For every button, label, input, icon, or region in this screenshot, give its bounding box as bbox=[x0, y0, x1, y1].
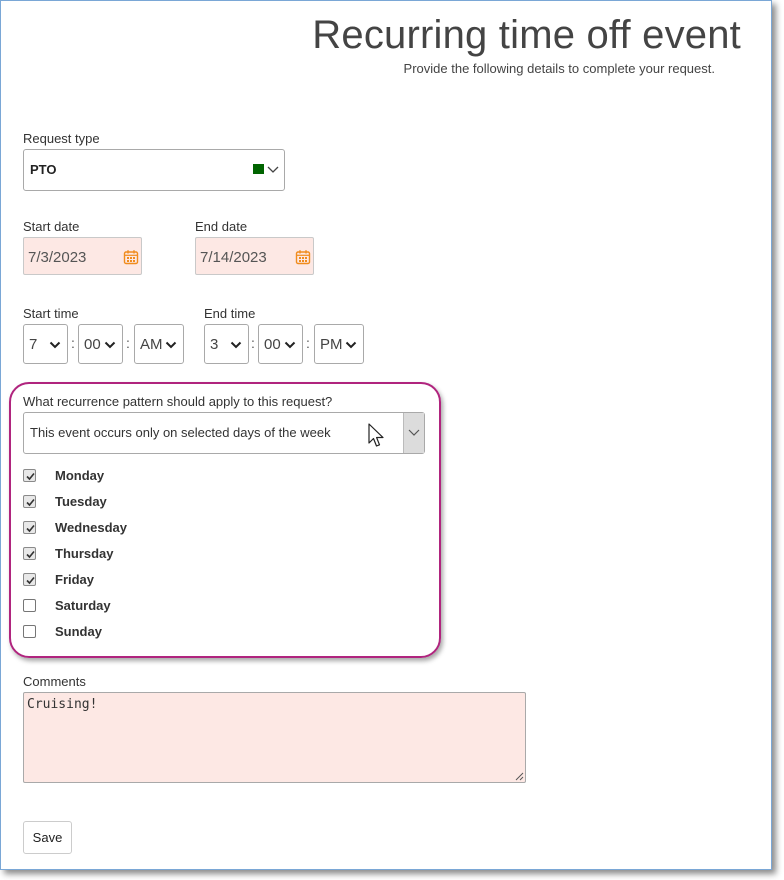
start-minute-select[interactable]: 00 bbox=[78, 324, 123, 364]
recurrence-label: What recurrence pattern should apply to … bbox=[23, 394, 333, 409]
end-minute-value: 00 bbox=[264, 336, 281, 353]
chevron-down-icon bbox=[408, 429, 420, 436]
time-separator: : bbox=[126, 335, 130, 351]
chevron-down-icon bbox=[267, 166, 279, 173]
start-hour-select[interactable]: 7 bbox=[23, 324, 68, 364]
chevron-down-icon bbox=[49, 341, 61, 349]
start-hour-value: 7 bbox=[29, 336, 38, 353]
checkmark-icon bbox=[26, 576, 35, 585]
chevron-down-icon bbox=[230, 341, 242, 349]
chevron-down-icon bbox=[284, 341, 296, 349]
request-type-select[interactable]: PTO bbox=[23, 149, 285, 191]
end-ampm-value: PM bbox=[320, 336, 343, 353]
day-checkbox[interactable] bbox=[23, 469, 36, 482]
end-hour-select[interactable]: 3 bbox=[204, 324, 249, 364]
recurrence-pattern-select[interactable]: This event occurs only on selected days … bbox=[23, 412, 425, 454]
day-checkbox[interactable] bbox=[23, 599, 36, 612]
mouse-cursor-icon bbox=[368, 423, 384, 447]
start-minute-value: 00 bbox=[84, 336, 101, 353]
page-subtitle: Provide the following details to complet… bbox=[403, 61, 715, 76]
end-date-input[interactable]: 7/14/2023 bbox=[195, 237, 314, 275]
time-separator: : bbox=[306, 335, 310, 351]
calendar-icon[interactable] bbox=[295, 249, 311, 265]
save-button[interactable]: Save bbox=[23, 821, 72, 854]
request-type-label: Request type bbox=[23, 131, 100, 146]
day-label: Wednesday bbox=[55, 520, 128, 535]
start-date-label: Start date bbox=[23, 219, 80, 234]
checkmark-icon bbox=[26, 524, 35, 533]
chevron-down-icon bbox=[104, 341, 116, 349]
checkmark-icon bbox=[26, 498, 35, 507]
end-minute-select[interactable]: 00 bbox=[258, 324, 303, 364]
end-date-label: End date bbox=[195, 219, 248, 234]
day-checkbox[interactable] bbox=[23, 573, 36, 586]
day-label: Tuesday bbox=[55, 494, 107, 509]
start-ampm-select[interactable]: AM bbox=[134, 324, 184, 364]
chevron-down-icon bbox=[165, 341, 177, 349]
day-checkbox[interactable] bbox=[23, 625, 36, 638]
end-time-label: End time bbox=[204, 306, 256, 321]
request-type-value: PTO bbox=[30, 162, 57, 177]
chevron-down-icon bbox=[345, 341, 357, 349]
day-checkbox[interactable] bbox=[23, 521, 36, 534]
day-label: Thursday bbox=[55, 546, 114, 561]
page-title: Recurring time off event bbox=[312, 13, 741, 57]
day-checkbox[interactable] bbox=[23, 495, 36, 508]
request-type-color-swatch bbox=[253, 164, 264, 174]
day-label: Sunday bbox=[55, 624, 102, 639]
dialog-frame: Recurring time off event Provide the fol… bbox=[0, 0, 772, 870]
checkmark-icon bbox=[26, 550, 35, 559]
day-label: Saturday bbox=[55, 598, 111, 613]
recurrence-pattern-value: This event occurs only on selected days … bbox=[30, 425, 331, 440]
start-time-label: Start time bbox=[23, 306, 79, 321]
end-hour-value: 3 bbox=[210, 336, 219, 353]
calendar-icon[interactable] bbox=[123, 249, 139, 265]
resize-handle-icon[interactable] bbox=[514, 771, 524, 781]
start-date-value: 7/3/2023 bbox=[28, 249, 87, 266]
end-date-value: 7/14/2023 bbox=[200, 249, 267, 266]
checkmark-icon bbox=[26, 472, 35, 481]
time-separator: : bbox=[71, 335, 75, 351]
day-checkbox[interactable] bbox=[23, 547, 36, 560]
comments-textarea[interactable]: Cruising! bbox=[23, 692, 526, 783]
end-ampm-select[interactable]: PM bbox=[314, 324, 364, 364]
day-label: Friday bbox=[55, 572, 95, 587]
comments-label: Comments bbox=[23, 674, 86, 689]
day-label: Monday bbox=[55, 468, 105, 483]
start-ampm-value: AM bbox=[140, 336, 163, 353]
comments-value: Cruising! bbox=[27, 697, 98, 712]
start-date-input[interactable]: 7/3/2023 bbox=[23, 237, 142, 275]
time-separator: : bbox=[251, 335, 255, 351]
recurrence-dropdown-button[interactable] bbox=[403, 413, 424, 453]
